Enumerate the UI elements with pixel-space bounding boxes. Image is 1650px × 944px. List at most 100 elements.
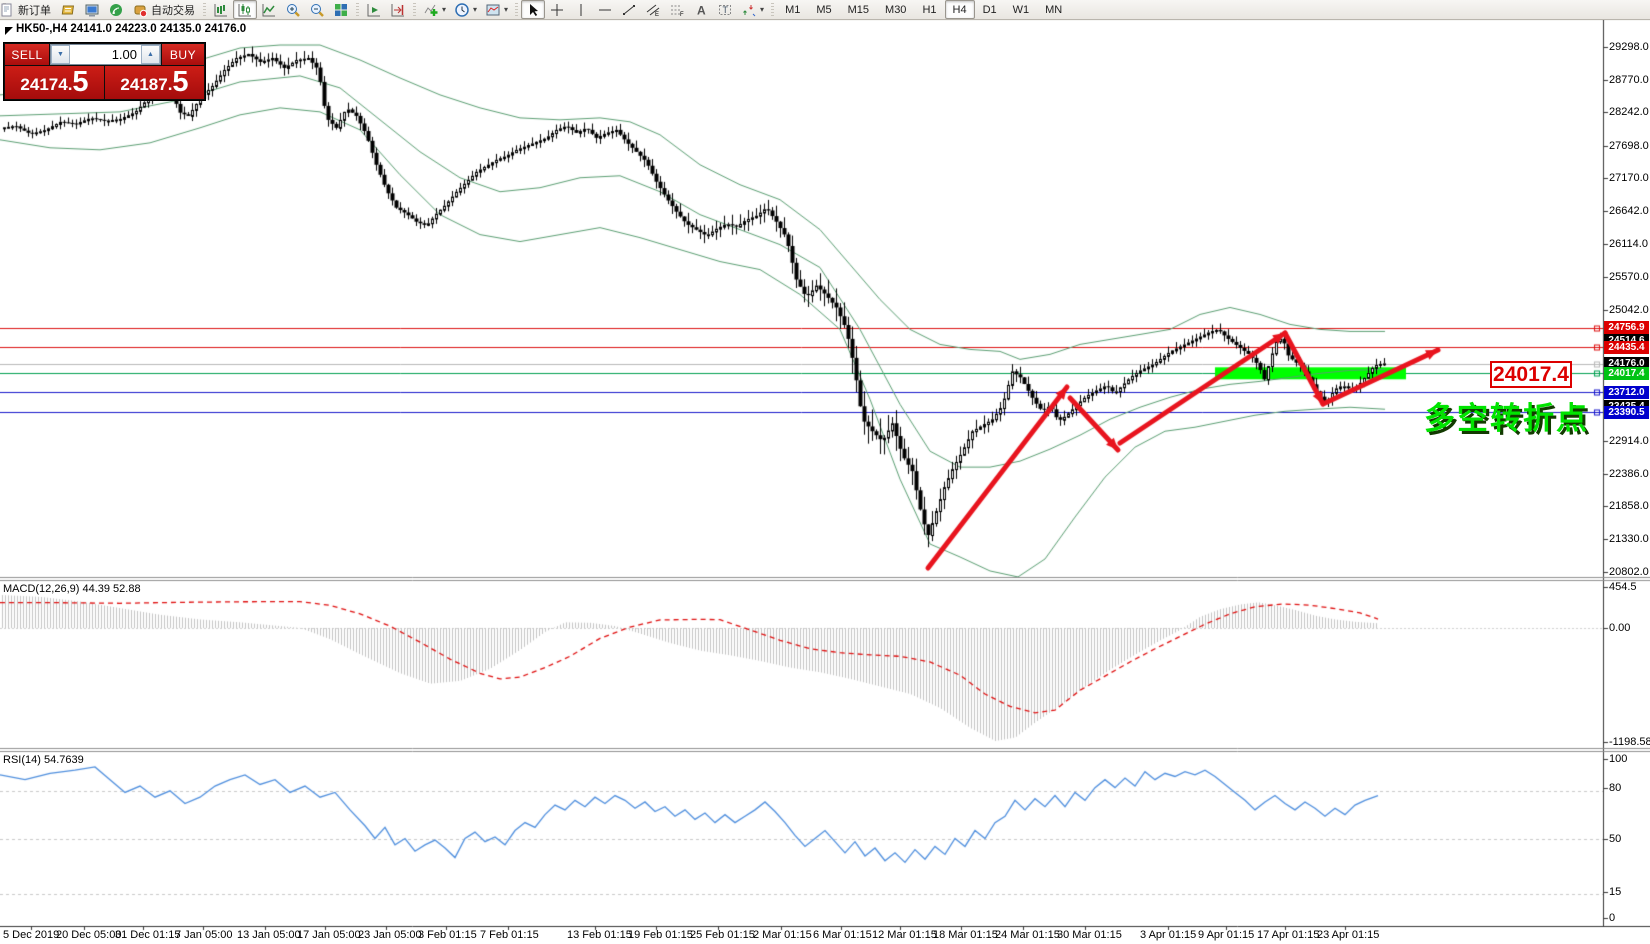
market-watch-button[interactable]	[56, 0, 80, 19]
autotrading-button[interactable]: 自动交易	[128, 0, 200, 19]
tiles-icon	[333, 2, 349, 18]
time-axis-label: 31 Dec 01:15	[115, 929, 181, 941]
volume-increase-button[interactable]: ▲	[141, 45, 160, 64]
channel-button[interactable]: E	[641, 0, 665, 19]
vertical-line-button[interactable]	[569, 0, 593, 19]
auto-scroll-button[interactable]	[362, 0, 386, 19]
volume-input[interactable]: 1.00	[70, 45, 141, 64]
horizontal-line-button[interactable]	[593, 0, 617, 19]
fibonacci-button[interactable]: F	[665, 0, 689, 19]
time-axis-label: 3 Feb 01:15	[418, 929, 477, 941]
crosshair-button[interactable]	[545, 0, 569, 19]
zoom-out-button[interactable]	[305, 0, 329, 19]
tf-m1[interactable]: M1	[777, 0, 808, 19]
main-toolbar: 新订单 自动交易 ▾ ▾ ▾ E F A T ▾ M1 M5 M15 M30 H1 H4 D1 W1 MN	[0, 0, 1650, 20]
toolbar-group-grip[interactable]	[354, 2, 361, 17]
clock-icon	[454, 2, 470, 18]
tf-d1-label: D1	[982, 3, 997, 16]
text-label-button[interactable]: T	[713, 0, 737, 19]
tf-h4[interactable]: H4	[944, 0, 975, 19]
zoom-in-button[interactable]	[281, 0, 305, 19]
chart-type-group	[209, 0, 353, 19]
bid-price[interactable]: 24174. 5	[5, 66, 104, 99]
shift-icon	[390, 2, 406, 18]
zoom-out-icon	[309, 2, 325, 18]
time-axis-label: 13 Feb 01:15	[567, 929, 632, 941]
robot-icon	[132, 2, 148, 18]
chart-shift-button[interactable]	[386, 0, 410, 19]
axis-tick-label: 20802.0	[1609, 566, 1649, 578]
terminal-button[interactable]	[80, 0, 104, 19]
tf-m30[interactable]: M30	[877, 0, 914, 19]
toolbar-group-grip[interactable]	[769, 2, 777, 17]
axis-tick-label: 27698.0	[1609, 140, 1649, 152]
trendline-icon	[621, 2, 637, 18]
price-level-badge[interactable]: 24756.9	[1604, 321, 1649, 334]
sell-button[interactable]: SELL	[5, 44, 49, 65]
price-chart-canvas[interactable]	[0, 0, 1650, 944]
chevron-down-icon[interactable]: ▾	[504, 5, 508, 14]
axis-tick-label: 0	[1609, 912, 1616, 924]
ask-price[interactable]: 24187. 5	[105, 66, 204, 99]
tf-d1[interactable]: D1	[975, 0, 1005, 19]
tf-h1-label: H1	[922, 3, 937, 16]
bar-chart-button[interactable]	[209, 0, 233, 19]
time-axis-label: 12 Mar 01:15	[872, 929, 937, 941]
price-level-badge[interactable]: 24017.4	[1604, 367, 1649, 380]
crosshair-icon	[549, 2, 565, 18]
chevron-down-icon[interactable]: ▾	[442, 5, 446, 14]
time-axis-label: 23 Apr 01:15	[1317, 929, 1380, 941]
file-group: 新订单 自动交易	[1, 0, 200, 19]
text-icon: A	[693, 2, 709, 18]
price-level-badge[interactable]: 24435.4	[1604, 341, 1649, 354]
templates-button[interactable]: ▾	[481, 0, 512, 19]
tf-m15[interactable]: M15	[840, 0, 877, 19]
application-window: 新订单 自动交易 ▾ ▾ ▾ E F A T ▾ M1 M5 M15 M30 H1 H4 D1 W1 MN HK50…	[0, 0, 1650, 944]
text-button[interactable]: A	[689, 0, 713, 19]
axis-tick-label: 26642.0	[1609, 205, 1649, 217]
tile-windows-button[interactable]	[329, 0, 353, 19]
arrows-button[interactable]: ▾	[737, 0, 768, 19]
page-icon	[0, 2, 15, 18]
turning-point-annotation[interactable]: 多空转折点	[1424, 393, 1589, 438]
price-level-badge[interactable]: 23390.5	[1604, 406, 1649, 419]
axis-tick-label: 28242.0	[1609, 106, 1649, 118]
axis-tick-label: 0.00	[1609, 622, 1631, 634]
zoom-in-icon	[285, 2, 301, 18]
toolbar-group-grip[interactable]	[411, 2, 418, 17]
signals-button[interactable]	[104, 0, 128, 19]
template-icon	[485, 2, 501, 18]
chevron-down-icon[interactable]: ▾	[760, 5, 764, 14]
chevron-down-icon[interactable]: ▾	[473, 5, 477, 14]
axis-tick-label: 21858.0	[1609, 500, 1649, 512]
line-chart-button[interactable]	[257, 0, 281, 19]
tf-h1[interactable]: H1	[914, 0, 944, 19]
svg-text:E: E	[655, 12, 659, 18]
axis-tick-label: 100	[1609, 753, 1628, 765]
periods-button[interactable]: ▾	[450, 0, 481, 19]
axis-tick-label: 25570.0	[1609, 271, 1649, 283]
axis-tick-label: 21330.0	[1609, 533, 1649, 545]
tf-w1[interactable]: W1	[1005, 0, 1038, 19]
axis-tick-label: 28770.0	[1609, 74, 1649, 86]
tf-mn[interactable]: MN	[1037, 0, 1070, 19]
cursor-button[interactable]	[521, 0, 546, 19]
tf-m5[interactable]: M5	[808, 0, 839, 19]
macd-label: MACD(12,26,9) 44.39 52.88	[3, 583, 141, 595]
vline-icon	[573, 2, 589, 18]
trendline-button[interactable]	[617, 0, 641, 19]
indicators-icon	[423, 2, 439, 18]
candle-chart-button[interactable]	[233, 0, 257, 19]
time-axis-label: 9 Apr 01:15	[1198, 929, 1255, 941]
new-order-button[interactable]: 新订单	[0, 0, 56, 19]
price-annotation-box[interactable]: 24017.4	[1490, 361, 1572, 388]
buy-button[interactable]: BUY	[162, 44, 204, 65]
terminal-icon	[84, 2, 100, 18]
price-level-badge[interactable]: 23712.0	[1604, 386, 1649, 399]
volume-decrease-button[interactable]: ▼	[51, 45, 70, 64]
hline-icon	[597, 2, 613, 18]
title-marker-icon	[5, 27, 13, 35]
toolbar-group-grip[interactable]	[513, 2, 521, 17]
toolbar-group-grip[interactable]	[201, 2, 208, 17]
indicators-button[interactable]: ▾	[419, 0, 450, 19]
